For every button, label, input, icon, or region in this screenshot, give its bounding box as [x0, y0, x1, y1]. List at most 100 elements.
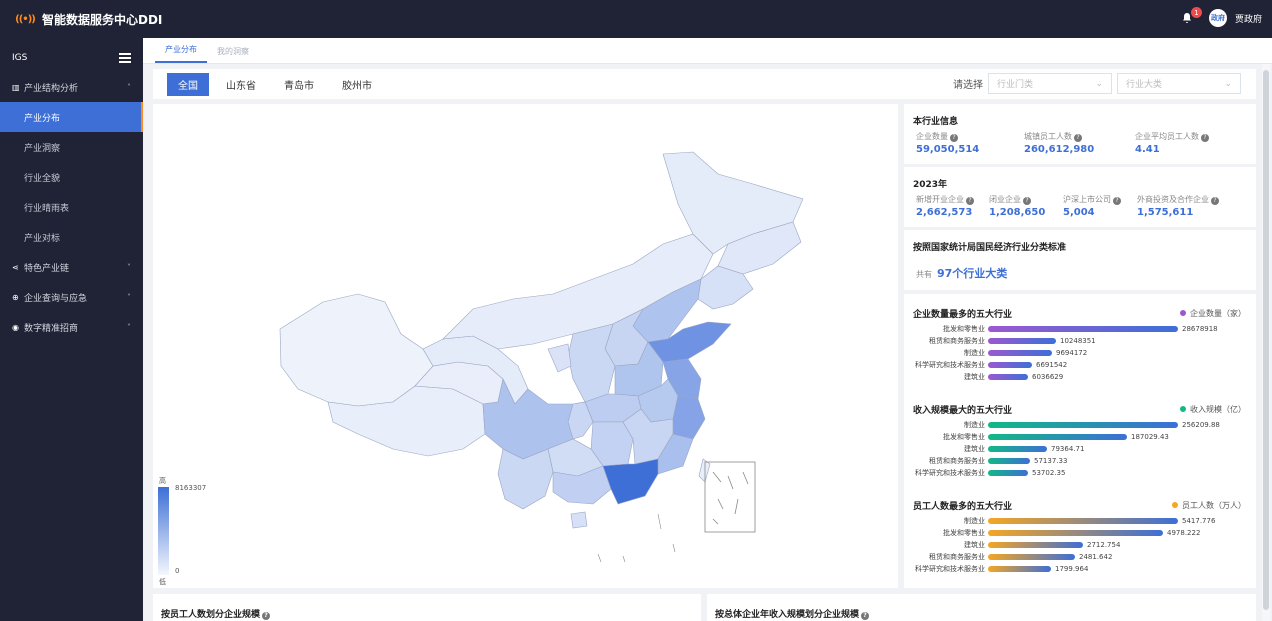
help-icon[interactable]: ?: [1201, 134, 1209, 142]
bar-chart-area: 制造业 5417.776 批发和零售业 4978.222 建筑业 2712.754 租赁和商…: [904, 515, 1256, 590]
sidebar-group-digital-investment[interactable]: ◉ 数字精准招商 ˅: [0, 312, 143, 342]
map-region-zhejiang: [672, 395, 706, 440]
bar[interactable]: [988, 458, 1030, 464]
bar[interactable]: [988, 554, 1075, 560]
bar[interactable]: [988, 446, 1047, 452]
employee-scale-card: 按员工人数划分企业规模?: [153, 594, 701, 621]
stat-listed-companies: 沪深上市公司? 5,004: [1063, 194, 1137, 218]
chevron-down-icon: ˅: [127, 262, 131, 272]
bar[interactable]: [988, 518, 1178, 524]
bar[interactable]: [988, 566, 1051, 572]
bar[interactable]: [988, 326, 1178, 332]
map-region-taiwan: [698, 458, 711, 483]
industry-division-select[interactable]: 行业大类 ⌄: [1117, 73, 1241, 94]
chart-legend[interactable]: 员工人数（万人）: [1172, 500, 1246, 511]
tab-my-insight[interactable]: 我的洞察: [207, 46, 259, 63]
help-icon[interactable]: ?: [950, 134, 958, 142]
legend-gradient-bar[interactable]: [158, 487, 169, 575]
bar[interactable]: [988, 434, 1127, 440]
sidebar-item-industry-overview[interactable]: 行业全貌: [0, 162, 143, 192]
bar-category-label: 科学研究和技术服务业: [915, 565, 985, 573]
help-icon[interactable]: ?: [1074, 134, 1082, 142]
sidebar-group-industry-structure[interactable]: ▥ 产业结构分析 ˄: [0, 72, 143, 102]
bar-category-label: 批发和零售业: [943, 529, 985, 537]
sidebar-item-industry-distribution[interactable]: 产业分布: [0, 102, 143, 132]
bar[interactable]: [988, 542, 1083, 548]
region-tab-national[interactable]: 全国: [167, 72, 209, 96]
stat-value: 2,662,573: [916, 207, 973, 218]
chart-legend[interactable]: 企业数量（家）: [1180, 308, 1246, 319]
bar[interactable]: [988, 362, 1032, 368]
stat-avg-employees: 企业平均员工人数? 4.41: [1135, 131, 1246, 155]
help-icon[interactable]: ?: [966, 197, 974, 205]
help-icon[interactable]: ?: [861, 612, 870, 620]
chart-icon: ▥: [12, 82, 20, 92]
sidebar-item-industry-barometer[interactable]: 行业晴雨表: [0, 192, 143, 222]
stat-label: 新增开业企业: [916, 195, 964, 204]
bar[interactable]: [988, 530, 1163, 536]
bar-value-label: 187029.43: [1131, 433, 1169, 441]
stat-value: 1,208,650: [989, 207, 1046, 218]
legend-high-label: 高: [159, 477, 166, 485]
chart-enterprise-count: 企业数量最多的五大行业 企业数量（家） 批发和零售业 28678918 租赁和商务服…: [904, 303, 1256, 399]
bar-category-label: 制造业: [964, 421, 985, 429]
region-tab-qingdao[interactable]: 青岛市: [273, 73, 325, 96]
sidebar-header: IGS: [12, 53, 28, 63]
scrollbar-thumb[interactable]: [1263, 70, 1269, 610]
notification-button[interactable]: 1: [1179, 7, 1202, 26]
year-title: 2023年: [913, 180, 948, 190]
app-logo[interactable]: ((•)) 智能数据服务中心DDI: [12, 9, 162, 29]
bar[interactable]: [988, 374, 1028, 380]
chevron-down-icon: ˅: [127, 322, 131, 332]
card-title: 按总体企业年收入规模划分企业规模: [715, 610, 860, 620]
legend-min-value: 0: [175, 567, 180, 575]
page-tabs: 产业分布 我的洞察: [143, 38, 1272, 64]
stat-value: 1,575,611: [1137, 207, 1194, 218]
target-icon: ◉: [12, 322, 19, 332]
username[interactable]: 贾政府: [1235, 12, 1262, 25]
bar[interactable]: [988, 338, 1056, 344]
bar-category-label: 租赁和商务服务业: [929, 457, 985, 465]
bar-value-label: 57137.33: [1034, 457, 1068, 465]
chart-legend[interactable]: 收入规模（亿）: [1180, 404, 1246, 415]
region-tab-jiaozhou[interactable]: 胶州市: [331, 73, 383, 96]
sidebar-group-featured-chain[interactable]: ⋖ 特色产业链 ˅: [0, 252, 143, 282]
china-choropleth-map[interactable]: [153, 104, 898, 588]
standard-prefix: 共有: [916, 270, 932, 279]
bar-value-label: 1799.964: [1055, 565, 1089, 573]
bar-category-label: 科学研究和技术服务业: [915, 469, 985, 477]
bar-category-label: 科学研究和技术服务业: [915, 361, 985, 369]
tab-industry-distribution[interactable]: 产业分布: [155, 44, 207, 63]
sidebar-item-industry-insight[interactable]: 产业洞察: [0, 132, 143, 162]
sidebar-group-enterprise-query[interactable]: ⊕ 企业查询与应急 ˅: [0, 282, 143, 312]
help-icon[interactable]: ?: [262, 612, 271, 620]
chevron-down-icon: ⌄: [1224, 78, 1232, 89]
bar-value-label: 28678918: [1182, 325, 1218, 333]
sidebar-group-label: 产业结构分析: [24, 83, 79, 94]
bar-category-label: 制造业: [964, 349, 985, 357]
bar[interactable]: [988, 422, 1178, 428]
stat-label: 沪深上市公司: [1063, 195, 1111, 204]
help-icon[interactable]: ?: [1211, 197, 1219, 205]
avatar[interactable]: 政府: [1208, 9, 1227, 27]
sidebar-group-label: 数字精准招商: [24, 323, 79, 334]
menu-toggle-icon[interactable]: [119, 53, 131, 63]
stat-enterprise-count: 企业数量? 59,050,514: [913, 131, 1024, 155]
bar[interactable]: [988, 350, 1052, 356]
bar[interactable]: [988, 470, 1028, 476]
standard-total[interactable]: 97个行业大类: [937, 265, 1007, 281]
stat-urban-employees: 城镇员工人数? 260,612,980: [1024, 131, 1135, 155]
bar-value-label: 53702.35: [1032, 469, 1066, 477]
legend-low-label: 低: [159, 578, 166, 586]
region-tab-shandong[interactable]: 山东省: [215, 73, 267, 96]
search-icon: ⊕: [12, 292, 19, 302]
help-icon[interactable]: ?: [1113, 197, 1121, 205]
islands-marks: [597, 513, 676, 563]
sidebar-item-industry-benchmark[interactable]: 产业对标: [0, 222, 143, 252]
bar-category-label: 建筑业: [964, 445, 985, 453]
bar-value-label: 6691542: [1036, 361, 1068, 369]
chevron-down-icon: ˅: [127, 292, 131, 302]
help-icon[interactable]: ?: [1023, 197, 1031, 205]
industry-category-select[interactable]: 行业门类 ⌄: [988, 73, 1112, 94]
bar-category-label: 租赁和商务服务业: [929, 553, 985, 561]
